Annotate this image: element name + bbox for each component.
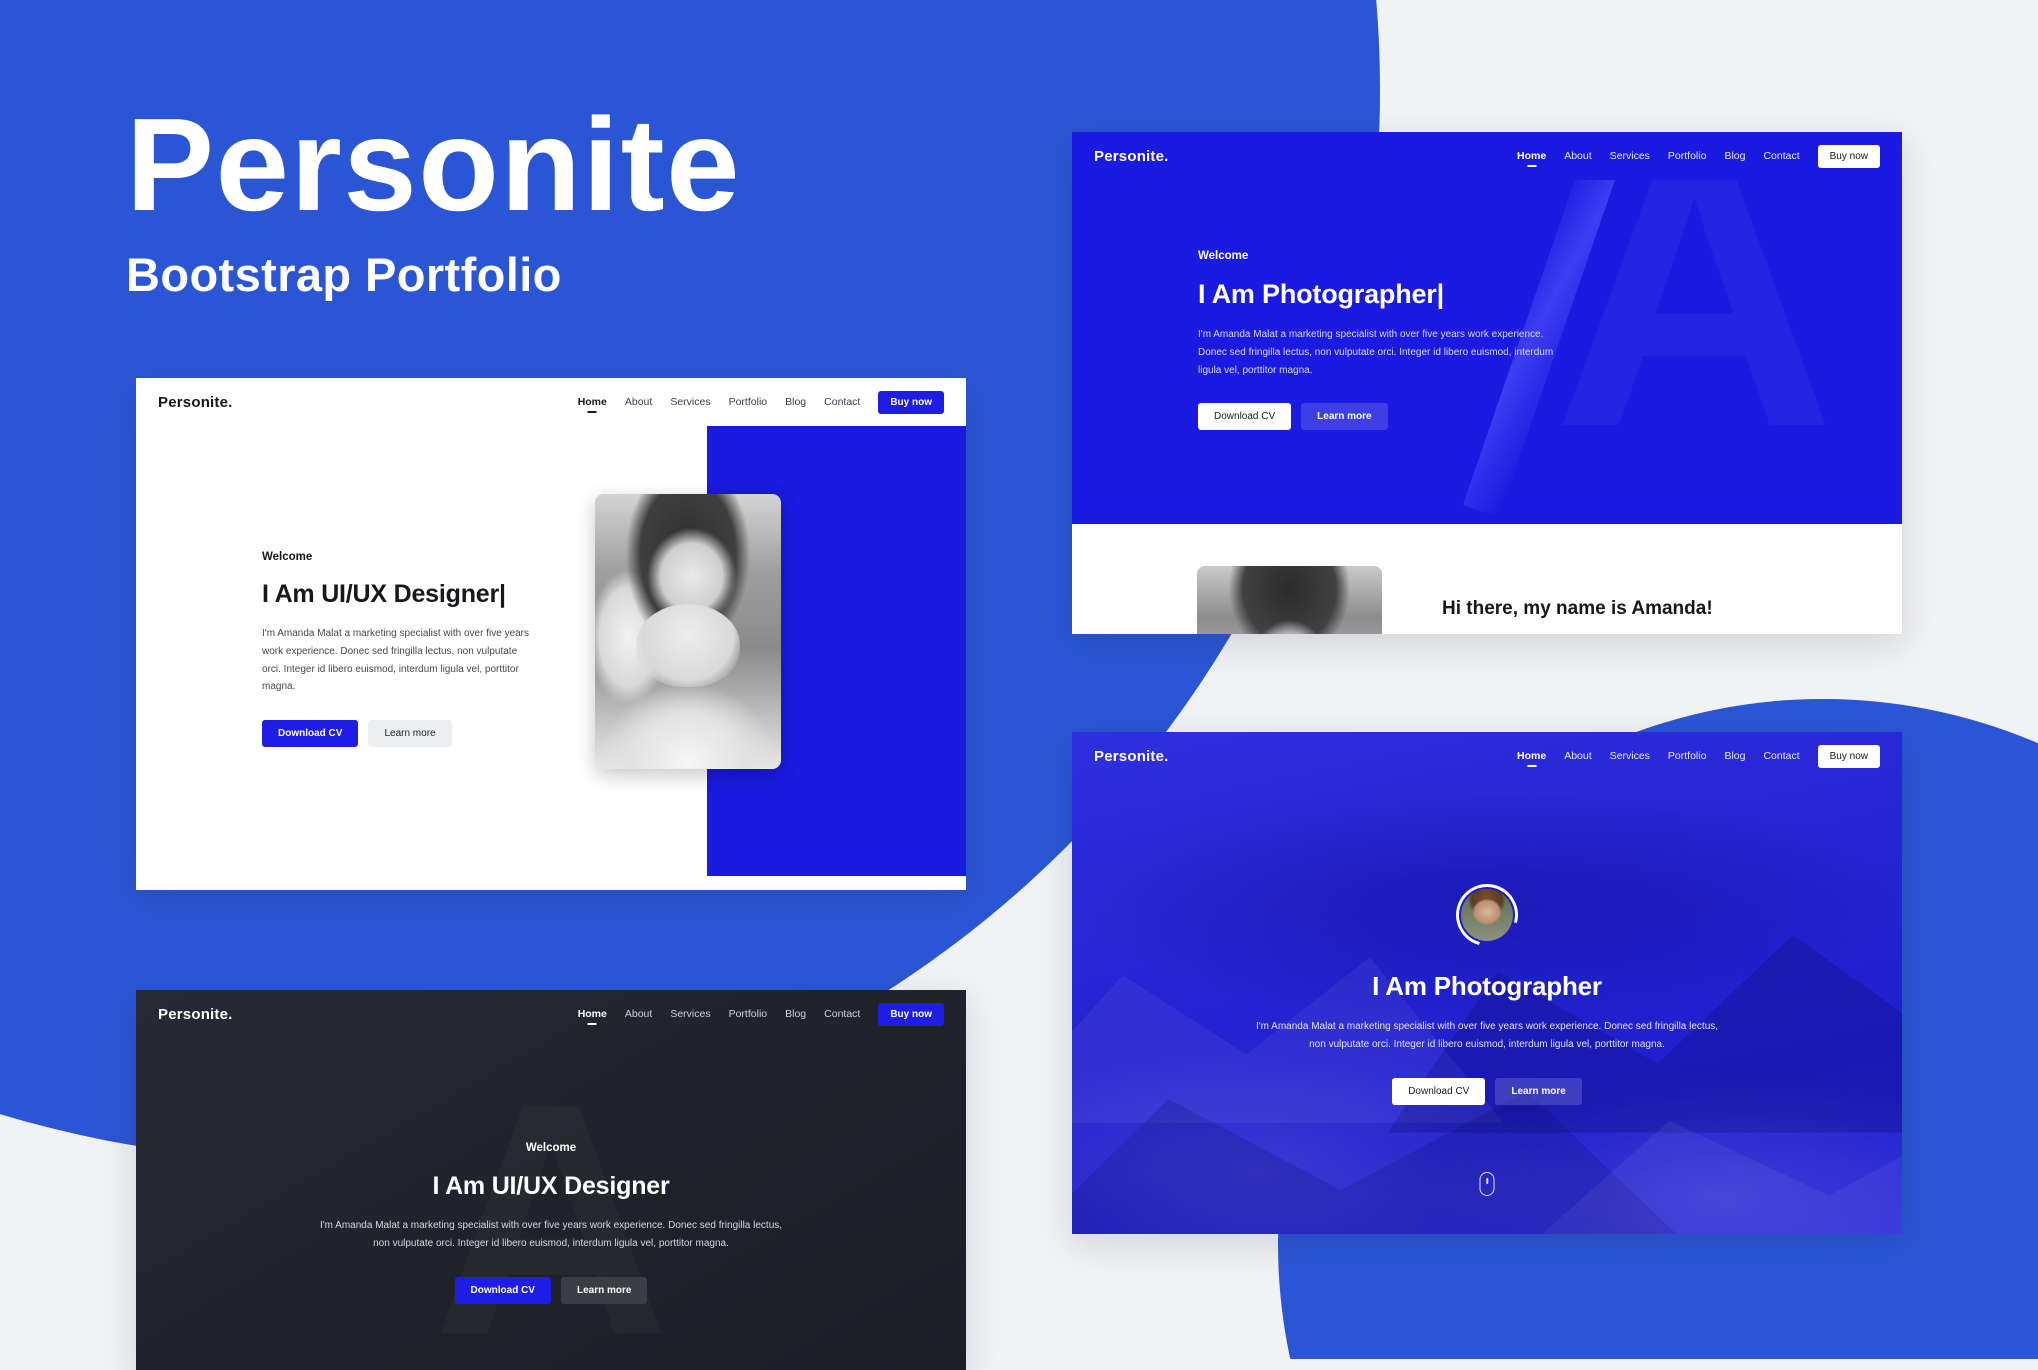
buy-now-button[interactable]: Buy now [878,390,944,414]
learn-more-button[interactable]: Learn more [368,720,452,748]
avatar [1456,884,1518,946]
hero-button-row: Download CV Learn more [454,1276,648,1304]
navbar-photo: Personite. Home About Services Portfolio… [1072,732,1902,780]
buy-now-button[interactable]: Buy now [878,1002,944,1026]
nav-item-contact[interactable]: Contact [824,396,860,408]
hero-copy-block: Welcome I Am UI/UX Designer| I'm Amanda … [262,551,530,748]
nav-item-contact[interactable]: Contact [1763,150,1799,162]
nav-item-home[interactable]: Home [578,1008,607,1020]
hero-copy-block: I Am Photographer I'm Amanda Malat a mar… [1072,884,1902,1105]
photo-hero-stage: Personite. Home About Services Portfolio… [1072,732,1902,1234]
buy-now-button[interactable]: Buy now [1817,744,1880,768]
brand-logo[interactable]: Personite. [158,394,233,411]
navbar-blue: Personite. Home About Services Portfolio… [1072,132,1902,180]
nav-item-services[interactable]: Services [1610,750,1650,762]
hero-title: Personite [126,91,742,238]
nav-item-portfolio[interactable]: Portfolio [1668,750,1707,762]
navbar-light: Personite. Home About Services Portfolio… [136,378,966,426]
nav-item-blog[interactable]: Blog [1724,750,1745,762]
nav-item-home[interactable]: Home [1517,750,1546,762]
nav-links: Home About Services Portfolio Blog Conta… [1517,144,1880,168]
avatar-image [1461,889,1513,941]
hero-paragraph: I'm Amanda Malat a marketing specialist … [1198,329,1554,376]
mockup-photo-hero: Personite. Home About Services Portfolio… [1072,732,1902,1234]
hero-paragraph: I'm Amanda Malat a marketing specialist … [319,1220,783,1249]
welcome-kicker: Welcome [525,1142,577,1154]
hero-portrait-photo [595,494,781,769]
mockup-blue-hero: A Personite. Home About Services Portfol… [1072,132,1902,634]
nav-item-about[interactable]: About [1564,750,1591,762]
download-cv-button[interactable]: Download CV [454,1276,551,1304]
brand-logo[interactable]: Personite. [1094,148,1169,165]
nav-item-contact[interactable]: Contact [824,1008,860,1020]
download-cv-button[interactable]: Download CV [1198,403,1292,431]
nav-item-blog[interactable]: Blog [1724,150,1745,162]
nav-item-portfolio[interactable]: Portfolio [1668,150,1707,162]
brand-logo[interactable]: Personite. [1094,748,1169,765]
nav-links: Home About Services Portfolio Blog Conta… [1517,744,1880,768]
nav-item-services[interactable]: Services [1610,150,1650,162]
letter-a-watermark-icon: A [1553,132,1836,486]
hero-heading: I Am Photographer [1372,971,1602,1001]
nav-item-about[interactable]: About [625,1008,652,1020]
hero-paragraph: I'm Amanda Malat a marketing specialist … [1255,1021,1719,1050]
blue-hero-stage: A Personite. Home About Services Portfol… [1072,132,1902,524]
learn-more-button[interactable]: Learn more [1495,1077,1582,1105]
welcome-kicker: Welcome [262,551,313,563]
learn-more-button[interactable]: Learn more [560,1276,648,1304]
hero-button-row: Download CV Learn more [1198,403,1558,431]
navbar-dark: Personite. Home About Services Portfolio… [136,990,966,1038]
about-heading: Hi there, my name is Amanda! [1442,598,1713,619]
hero-copy-block: Welcome I Am Photographer| I'm Amanda Ma… [1198,250,1558,431]
portrait-image [595,494,781,769]
hero-paragraph: I'm Amanda Malat a marketing specialist … [262,628,530,693]
about-section: Hi there, my name is Amanda! [1072,524,1902,634]
nav-item-services[interactable]: Services [670,396,710,408]
download-cv-button[interactable]: Download CV [1392,1077,1486,1105]
learn-more-button[interactable]: Learn more [1301,403,1388,431]
welcome-kicker: Welcome [1198,250,1249,262]
scroll-down-mouse-icon[interactable] [1479,1172,1495,1196]
nav-item-home[interactable]: Home [578,396,607,408]
hero-copy-block: Welcome I Am UI/UX Designer I'm Amanda M… [136,1142,966,1304]
mockup-dark-hero: A Personite. Home About Services Portfol… [136,990,966,1370]
nav-item-about[interactable]: About [1564,150,1591,162]
dark-hero-stage: A Personite. Home About Services Portfol… [136,990,966,1370]
hero-button-row: Download CV Learn more [1392,1077,1582,1105]
hero-heading: I Am Photographer| [1198,279,1444,309]
portrait-image [1197,566,1382,634]
hero-subtitle: Bootstrap Portfolio [126,247,562,301]
nav-item-services[interactable]: Services [670,1008,710,1020]
mockup-light-hero: Personite. Home About Services Portfolio… [136,378,966,890]
nav-item-about[interactable]: About [625,396,652,408]
nav-item-blog[interactable]: Blog [785,396,806,408]
nav-item-portfolio[interactable]: Portfolio [729,396,768,408]
about-portrait-photo [1197,566,1382,634]
brand-logo[interactable]: Personite. [158,1006,233,1023]
nav-links: Home About Services Portfolio Blog Conta… [578,1002,944,1026]
nav-item-home[interactable]: Home [1517,150,1546,162]
light-hero-stage: Welcome I Am UI/UX Designer| I'm Amanda … [136,425,966,890]
buy-now-button[interactable]: Buy now [1817,144,1880,168]
nav-item-blog[interactable]: Blog [785,1008,806,1020]
nav-item-contact[interactable]: Contact [1763,750,1799,762]
nav-links: Home About Services Portfolio Blog Conta… [578,390,944,414]
hero-wordmark: Personite Bootstrap Portfolio [126,91,742,302]
hero-heading: I Am UI/UX Designer| [262,580,506,608]
hero-heading: I Am UI/UX Designer [432,1172,670,1200]
nav-item-portfolio[interactable]: Portfolio [729,1008,768,1020]
avatar-face [1461,889,1513,941]
download-cv-button[interactable]: Download CV [262,720,359,748]
hero-button-row: Download CV Learn more [262,720,530,748]
